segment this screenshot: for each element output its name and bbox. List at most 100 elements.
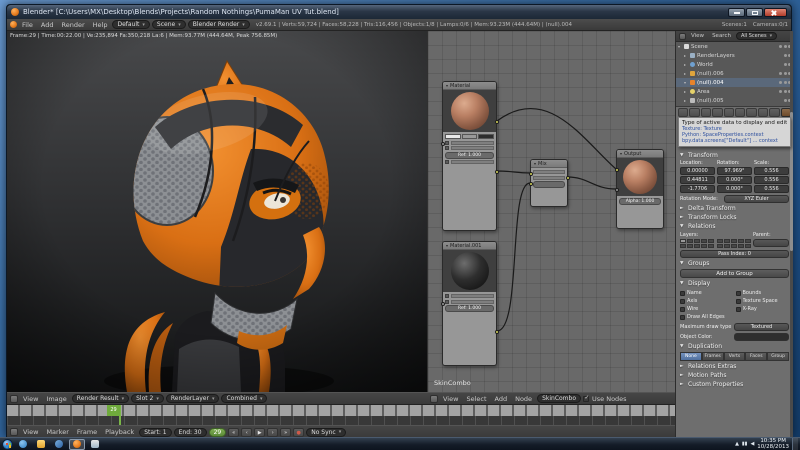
max-draw-type-selector[interactable]: Textured	[734, 323, 789, 331]
fac-slider[interactable]	[533, 181, 565, 188]
texture-space-checkbox[interactable]: Texture Space	[735, 297, 790, 305]
jump-to-end-button[interactable]	[280, 427, 292, 437]
groups-panel-header[interactable]: Groups	[678, 259, 791, 268]
previous-keyframe-button[interactable]	[241, 427, 253, 437]
collapse-icon[interactable]	[620, 150, 622, 157]
screen-layout-selector[interactable]: Default	[112, 20, 150, 29]
node-material-header[interactable]: Material	[443, 82, 496, 90]
taskbar-icon-media-player[interactable]	[51, 439, 67, 450]
scale-x-field[interactable]: 0.556	[754, 167, 789, 175]
input-socket[interactable]	[440, 302, 445, 306]
color-swatch[interactable]	[445, 134, 461, 139]
outliner-item-null-004[interactable]: ▾ (null).004	[676, 78, 793, 87]
next-keyframe-button[interactable]	[267, 427, 279, 437]
timeline-menu-marker[interactable]: Marker	[43, 428, 71, 436]
layers-grid-2[interactable]	[717, 239, 751, 248]
checkbox[interactable]	[445, 140, 449, 145]
outliner-item-renderlayers[interactable]: ▸ RenderLayers	[676, 51, 793, 60]
input-socket[interactable]	[614, 168, 619, 172]
node-material[interactable]: Material Ref: 1.000	[440, 81, 499, 231]
taskbar-icon-explorer[interactable]	[33, 439, 49, 450]
output-socket[interactable]	[494, 170, 499, 174]
collapse-icon[interactable]	[446, 82, 448, 89]
blender-menu-icon[interactable]	[10, 21, 17, 28]
tab-object[interactable]	[723, 108, 735, 117]
input-socket[interactable]	[528, 172, 533, 176]
timeline-menu-view[interactable]: View	[20, 428, 41, 436]
node-editor-type-icon[interactable]	[430, 394, 438, 403]
node-menu-select[interactable]: Select	[463, 395, 489, 403]
collapse-icon[interactable]	[534, 160, 536, 167]
outliner-item-scene[interactable]: ▾ Scene	[676, 42, 793, 51]
render-pass-selector[interactable]: Combined	[221, 394, 268, 403]
image-editor-canvas[interactable]: Frame:29 | Time:00:22.00 | Ve:235,894 Fa…	[7, 31, 427, 392]
timeline-menu-playback[interactable]: Playback	[102, 428, 137, 436]
outliner-item-area[interactable]: ▸ Area	[676, 87, 793, 96]
node-output[interactable]: Output Alpha: 1.000	[614, 149, 664, 229]
display-panel-header[interactable]: Display	[678, 279, 791, 288]
node-menu-add[interactable]: Add	[492, 395, 511, 403]
transform-locks-panel-header[interactable]: Transform Locks	[678, 213, 791, 222]
menu-file[interactable]: File	[19, 21, 36, 29]
frame-end-field[interactable]: End: 30	[173, 427, 207, 437]
name-checkbox[interactable]: Name	[680, 289, 734, 297]
duplication-none-button[interactable]: None	[680, 352, 702, 361]
taskbar-icon-folder[interactable]	[87, 439, 103, 450]
tab-render[interactable]	[678, 108, 689, 117]
outliner-filter-selector[interactable]: All Scenes	[735, 32, 778, 40]
timeline-ruler[interactable]: 29	[7, 405, 675, 425]
menu-help[interactable]: Help	[90, 21, 111, 29]
use-nodes-checkbox[interactable]	[583, 395, 589, 402]
start-button[interactable]	[2, 438, 13, 450]
layers-grid[interactable]	[680, 239, 714, 248]
transform-panel-header[interactable]: Transform	[678, 151, 791, 160]
node-tree-datablock[interactable]: SkinCombo	[537, 394, 581, 403]
image-menu-image[interactable]: Image	[43, 395, 69, 403]
checkbox[interactable]	[445, 160, 449, 164]
record-button[interactable]	[293, 427, 305, 437]
node-material-001[interactable]: Material.001 Ref: 1.000	[440, 241, 499, 366]
scene-selector[interactable]: Scene	[151, 20, 186, 29]
minimize-button[interactable]	[728, 7, 745, 17]
image-datablock-selector[interactable]: Render Result	[71, 394, 130, 403]
outliner-item-null-005[interactable]: ▸ (null).005	[676, 96, 793, 105]
axis-checkbox[interactable]: Axis	[680, 297, 734, 305]
sync-mode-selector[interactable]: No Sync	[306, 427, 347, 437]
tab-scene[interactable]	[700, 108, 712, 117]
custom-properties-panel-header[interactable]: Custom Properties	[678, 380, 791, 389]
properties-scrollbar[interactable]	[790, 31, 793, 438]
rotation-y-field[interactable]: 0.000°	[717, 176, 752, 184]
node-mix-header[interactable]: Mix	[531, 160, 567, 168]
pass-index-field[interactable]: Pass Index: 0	[680, 250, 789, 258]
duplication-verts-button[interactable]: Verts	[723, 352, 746, 361]
collapse-icon[interactable]	[446, 242, 448, 249]
outliner-menu-view[interactable]: View	[688, 31, 707, 42]
input-socket[interactable]	[614, 188, 619, 192]
timeline-editor-type-icon[interactable]	[10, 428, 18, 436]
network-icon[interactable]: ▮▮	[742, 441, 748, 447]
node-output-header[interactable]: Output	[617, 150, 663, 158]
duplication-group-button[interactable]: Group	[767, 352, 789, 361]
image-editor-type-icon[interactable]	[10, 394, 18, 403]
current-frame-field[interactable]: 29	[208, 427, 227, 437]
mirror-swatch[interactable]	[478, 134, 495, 139]
node-menu-view[interactable]: View	[440, 395, 461, 403]
location-z-field[interactable]: -1.7706	[680, 185, 715, 193]
rotation-mode-selector[interactable]: XYZ Euler	[724, 195, 789, 203]
jump-to-start-button[interactable]	[228, 427, 240, 437]
close-button[interactable]	[764, 7, 787, 17]
output-socket[interactable]	[565, 176, 570, 180]
outliner-item-world[interactable]: ▸ World	[676, 60, 793, 69]
location-y-field[interactable]: 0.44811	[680, 176, 715, 184]
relations-panel-header[interactable]: Relations	[678, 222, 791, 231]
tab-modifiers[interactable]	[746, 108, 757, 117]
draw-all-edges-checkbox[interactable]: Draw All Edges	[680, 313, 734, 321]
render-engine-selector[interactable]: Blender Render	[187, 20, 250, 29]
parent-field[interactable]	[753, 239, 789, 247]
duplication-frames-button[interactable]: Frames	[701, 352, 724, 361]
checkbox[interactable]	[445, 294, 449, 298]
maximize-button[interactable]	[746, 7, 763, 17]
menu-add[interactable]: Add	[38, 21, 57, 29]
scale-y-field[interactable]: 0.556	[754, 176, 789, 184]
checkbox[interactable]	[445, 299, 449, 304]
